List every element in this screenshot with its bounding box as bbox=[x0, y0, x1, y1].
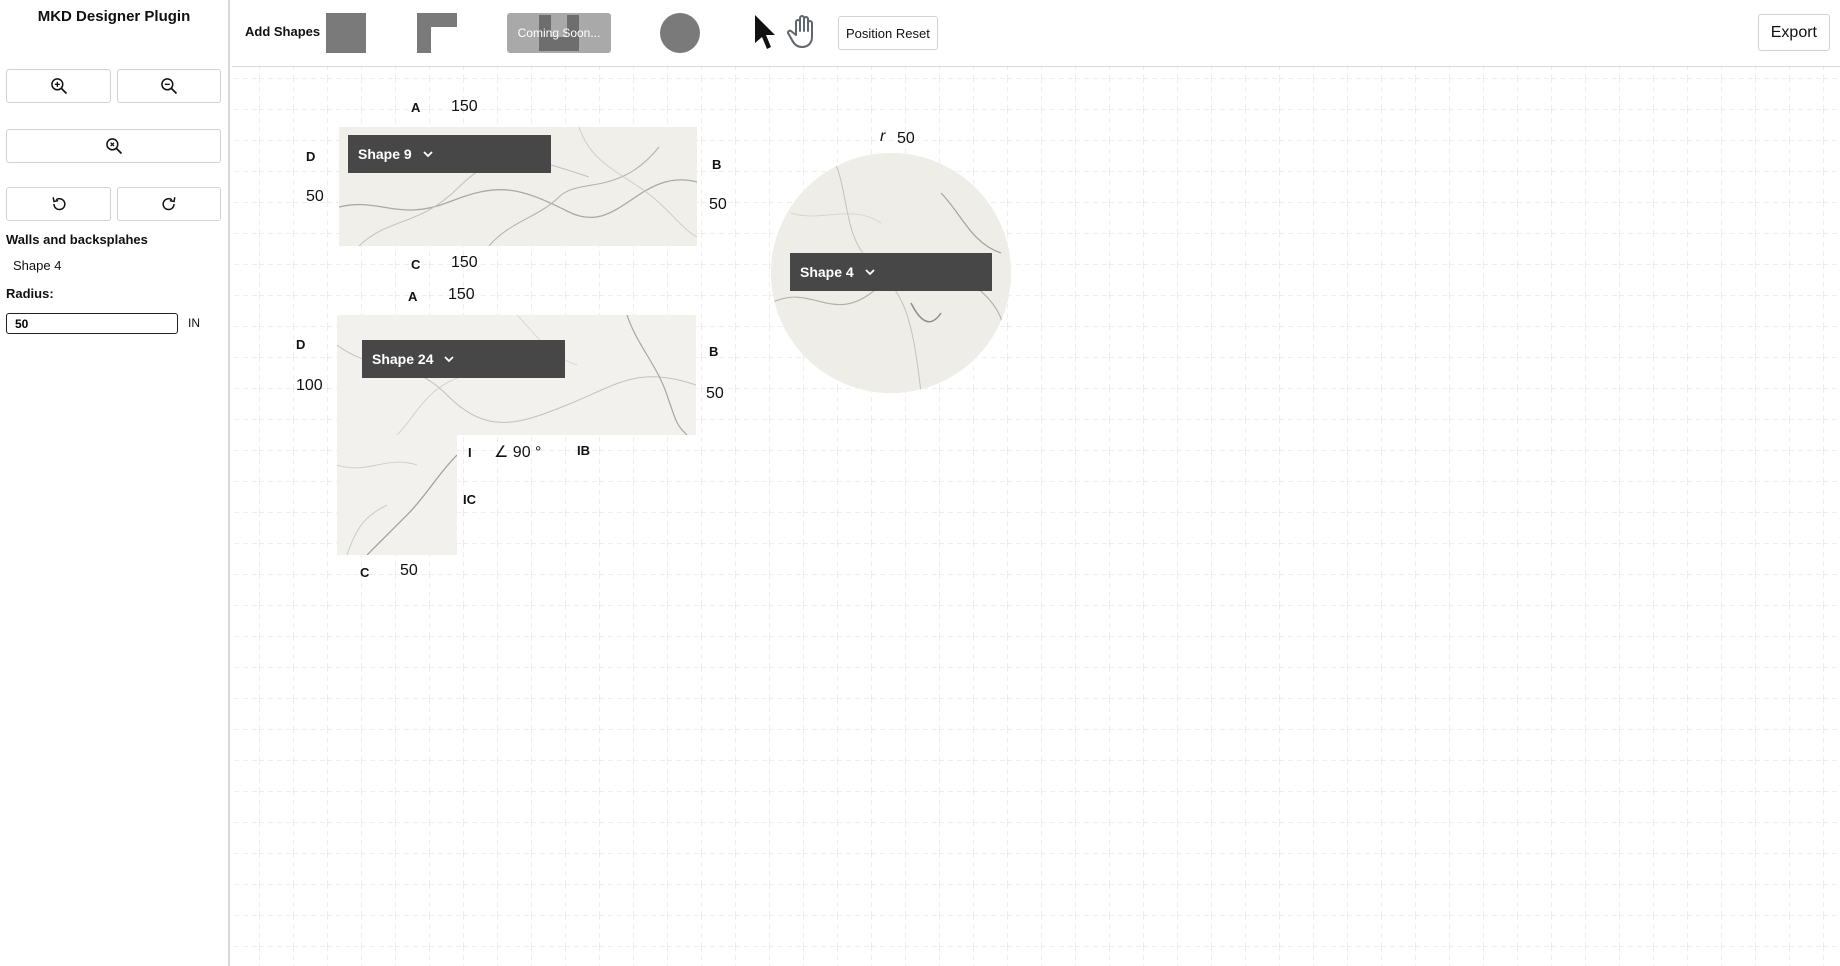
sidebar: MKD Designer Plugin Walls and backsplahe… bbox=[0, 0, 230, 966]
undo-button[interactable] bbox=[6, 187, 111, 221]
export-button[interactable]: Export bbox=[1757, 14, 1830, 51]
shape-24-inner-c-label: IC bbox=[463, 492, 476, 507]
zoom-in-button[interactable] bbox=[6, 69, 111, 103]
shape-24-side-a-label: A bbox=[408, 289, 418, 304]
shape-9-side-c-label: C bbox=[411, 257, 421, 272]
cursor-icon bbox=[755, 15, 775, 49]
add-shapes-label: Add Shapes bbox=[245, 24, 321, 39]
l-shape-icon bbox=[417, 13, 457, 53]
coming-soon-label: Coming Soon... bbox=[517, 26, 601, 40]
chevron-down-icon bbox=[865, 269, 875, 276]
shape-24-side-a-value[interactable]: 150 bbox=[448, 286, 475, 304]
shape-4-dropdown[interactable]: Shape 4 bbox=[790, 253, 992, 291]
shape-9-dropdown[interactable]: Shape 9 bbox=[348, 135, 551, 173]
shape-24-inner-angle[interactable]: ∠ 90 ° bbox=[494, 442, 541, 462]
position-reset-button[interactable]: Position Reset bbox=[838, 16, 938, 50]
shape-4-name: Shape 4 bbox=[800, 264, 854, 280]
shape-9-side-b-value[interactable]: 50 bbox=[709, 196, 727, 214]
add-u-shape-button[interactable]: Coming Soon... bbox=[507, 13, 611, 53]
shape-4-radius-symbol: r bbox=[880, 128, 886, 145]
marble-texture bbox=[337, 435, 457, 555]
shape-24-side-d-label: D bbox=[296, 337, 306, 352]
selected-shape-item[interactable]: Shape 4 bbox=[13, 258, 61, 273]
shape-9-side-c-value[interactable]: 150 bbox=[451, 254, 478, 272]
redo-icon bbox=[162, 197, 176, 211]
hand-icon bbox=[787, 15, 813, 48]
zoom-out-button[interactable] bbox=[117, 69, 221, 103]
zoom-in-icon bbox=[50, 78, 67, 95]
shape-24-inner-i-label: I bbox=[468, 445, 472, 460]
shape-9-side-d-label: D bbox=[306, 149, 316, 164]
shape-24-dropdown[interactable]: Shape 24 bbox=[362, 340, 565, 378]
unit-label: IN bbox=[188, 316, 200, 330]
shape-24-side-d-value[interactable]: 100 bbox=[296, 377, 323, 395]
shape-24-side-b-value[interactable]: 50 bbox=[706, 385, 724, 403]
zoom-out-icon bbox=[161, 78, 178, 95]
shape-9-side-a-value[interactable]: 150 bbox=[451, 98, 478, 116]
design-canvas[interactable]: Shape 9 A 150 B 50 C 150 D 50 Shape 24 A… bbox=[232, 67, 1840, 966]
shape-24-side-c-label: C bbox=[360, 565, 370, 580]
toolbar: Add Shapes Coming Soon... Position Reset… bbox=[232, 0, 1840, 67]
radius-input[interactable] bbox=[6, 313, 178, 334]
chevron-down-icon bbox=[423, 151, 433, 158]
chevron-down-icon bbox=[444, 356, 455, 363]
shape-9-side-a-label: A bbox=[411, 100, 421, 115]
shape-9-side-b-label: B bbox=[712, 157, 722, 172]
shape-9-name: Shape 9 bbox=[358, 146, 412, 162]
radius-label: Radius: bbox=[6, 286, 54, 301]
pan-tool-button[interactable] bbox=[787, 13, 821, 49]
shape-24-inner-b-label: IB bbox=[577, 443, 590, 458]
shape-24-body-leg[interactable] bbox=[337, 435, 457, 555]
undo-icon bbox=[51, 197, 66, 211]
app-title: MKD Designer Plugin bbox=[37, 8, 191, 25]
add-circle-shape-button[interactable] bbox=[660, 13, 700, 53]
zoom-reset-button[interactable] bbox=[6, 129, 221, 163]
shape-9-side-d-value[interactable]: 50 bbox=[306, 188, 324, 206]
section-title: Walls and backsplahes bbox=[6, 232, 148, 247]
shape-24-side-c-value[interactable]: 50 bbox=[400, 562, 418, 580]
add-rectangle-shape-button[interactable] bbox=[326, 13, 366, 53]
shape-24-name: Shape 24 bbox=[372, 351, 434, 367]
shape-24-side-b-label: B bbox=[709, 344, 719, 359]
shape-4-radius-value[interactable]: 50 bbox=[897, 130, 915, 148]
zoom-reset-icon bbox=[105, 138, 122, 155]
redo-button[interactable] bbox=[117, 187, 221, 221]
add-l-shape-button[interactable] bbox=[417, 13, 457, 53]
select-tool-button[interactable] bbox=[752, 13, 778, 51]
